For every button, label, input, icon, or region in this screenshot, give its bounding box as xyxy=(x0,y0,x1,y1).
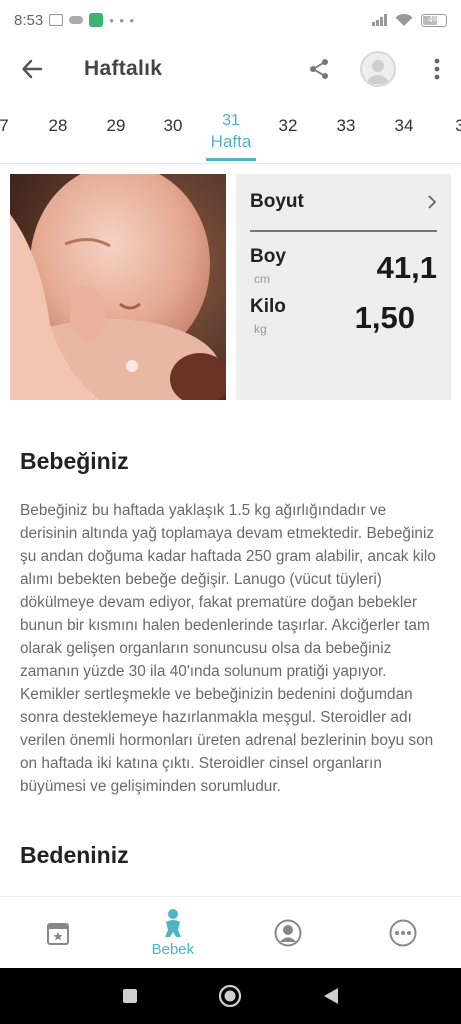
baby-image xyxy=(10,174,226,400)
share-icon xyxy=(310,59,328,79)
body-section-title: Bedeniniz xyxy=(20,842,129,868)
nav-profile[interactable] xyxy=(231,897,346,968)
week-label: Hafta xyxy=(210,132,252,151)
app-bar: Haftalık xyxy=(0,40,461,98)
screen: 8:53 • • • 4% Haftalık 7 28 29 30 31 Haf… xyxy=(0,0,461,1024)
system-navigation-bar xyxy=(0,968,461,1024)
square-icon xyxy=(123,989,138,1003)
week-tab[interactable]: 29 xyxy=(91,116,141,136)
week-number: 31 xyxy=(222,112,240,129)
circle-icon xyxy=(219,984,242,1008)
message-notification-icon xyxy=(49,14,64,26)
size-card-header[interactable]: Boyut xyxy=(250,174,437,232)
profile-icon xyxy=(274,919,302,946)
baby-section-text: Bebeğiniz bu haftada yaklaşık 1.5 kg ağı… xyxy=(20,502,436,795)
fetus-illustration xyxy=(10,174,226,400)
share-button[interactable] xyxy=(295,40,343,98)
nav-more[interactable] xyxy=(346,897,461,968)
nav-calendar[interactable] xyxy=(0,897,115,968)
avatar xyxy=(360,51,396,87)
calendar-star-icon xyxy=(46,922,69,945)
more-options-button[interactable] xyxy=(413,40,461,98)
active-week-indicator xyxy=(206,158,256,161)
user-icon xyxy=(367,60,389,84)
height-unit: cm xyxy=(254,272,270,286)
system-back-button[interactable] xyxy=(311,976,351,1016)
signal-icon xyxy=(372,14,387,26)
page-title: Haftalık xyxy=(84,57,163,80)
weight-row: Kilo kg 1,50 xyxy=(250,294,437,356)
week-selector: 7 28 29 30 31 Hafta 32 33 34 3 xyxy=(0,104,461,164)
week-tab[interactable]: 3 xyxy=(435,116,461,136)
app-notification-icon xyxy=(89,13,104,27)
weight-unit: kg xyxy=(254,322,267,336)
size-card-title: Boyut xyxy=(250,191,304,212)
home-button[interactable] xyxy=(210,976,250,1016)
week-tab[interactable]: 28 xyxy=(33,116,83,136)
week-tab[interactable]: 7 xyxy=(0,116,29,136)
status-time: 8:53 xyxy=(14,11,44,29)
height-label: Boy xyxy=(250,246,286,267)
status-bar: 8:53 • • • 4% xyxy=(0,0,461,40)
nav-baby[interactable]: Bebek xyxy=(115,897,230,968)
baby-section-title: Bebeğiniz xyxy=(20,448,129,474)
weight-label: Kilo xyxy=(250,296,286,317)
height-row: Boy cm 41,1 xyxy=(250,232,437,294)
recents-button[interactable] xyxy=(110,976,150,1016)
more-horiz-icon xyxy=(389,919,417,946)
battery-icon: 4% xyxy=(421,13,447,27)
arrow-left-icon xyxy=(22,59,43,79)
triangle-back-icon xyxy=(323,988,338,1004)
height-value: 41,1 xyxy=(376,250,437,285)
cloud-notification-icon xyxy=(69,16,84,24)
nav-baby-label: Bebek xyxy=(151,940,195,958)
baby-icon xyxy=(164,908,181,937)
weight-value: 1,50 xyxy=(354,300,415,335)
chevron-right-icon xyxy=(428,195,437,209)
wifi-icon xyxy=(395,13,413,26)
size-card: Boyut Boy cm 41,1 Kilo kg 1,50 xyxy=(236,174,451,400)
battery-level: 4% xyxy=(428,14,440,24)
profile-button[interactable] xyxy=(343,40,413,98)
week-tab[interactable]: 34 xyxy=(379,116,429,136)
more-vert-icon xyxy=(434,58,440,80)
week-tab[interactable]: 33 xyxy=(321,116,371,136)
week-tab-active[interactable]: 31 Hafta xyxy=(206,112,256,152)
back-button[interactable] xyxy=(0,40,64,98)
week-tab[interactable]: 32 xyxy=(263,116,313,136)
more-notifications-icon: • • • xyxy=(109,12,136,28)
bottom-navigation: Bebek xyxy=(0,896,461,968)
week-tab[interactable]: 30 xyxy=(148,116,198,136)
